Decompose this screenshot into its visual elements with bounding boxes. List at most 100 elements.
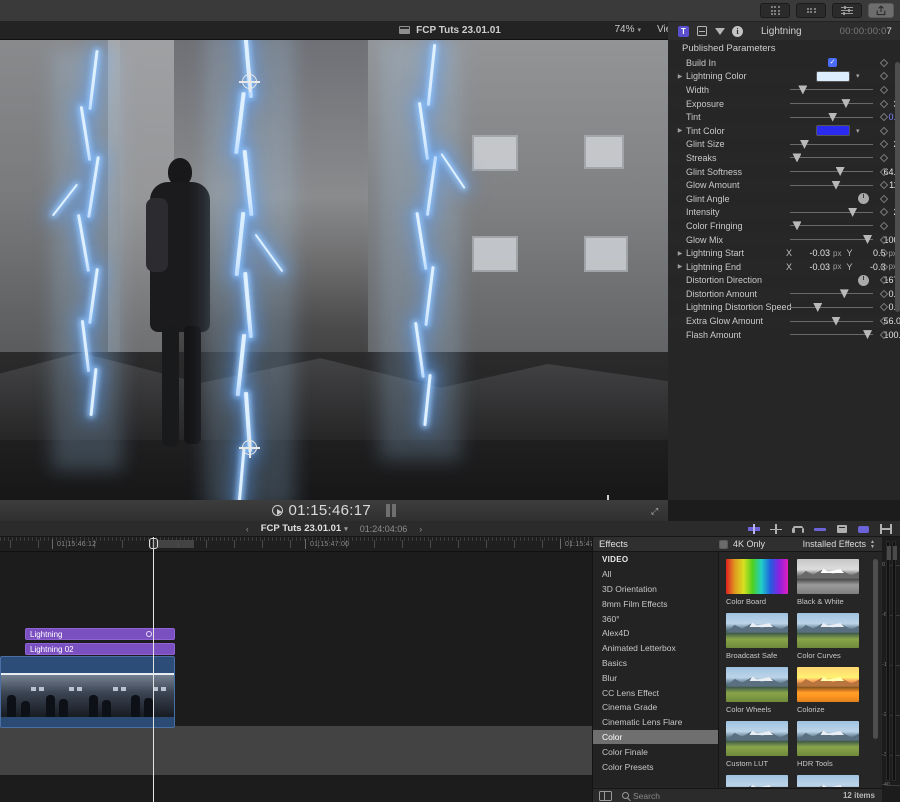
timeline-back-button[interactable]: ‹ <box>246 524 249 534</box>
effects-category-item[interactable]: Color Finale <box>593 744 718 759</box>
expand-viewer-icon[interactable]: ⤢ <box>651 506 660 515</box>
parameter-slider[interactable] <box>790 165 873 179</box>
parameter-row[interactable]: Lightning Distortion Speed0.46 <box>668 301 900 315</box>
effects-category-item[interactable]: Animated Letterbox <box>593 641 718 656</box>
headphone-icon[interactable] <box>792 524 804 534</box>
effects-category-item[interactable]: Alex4D <box>593 626 718 641</box>
playhead-handle[interactable] <box>149 538 158 549</box>
slider-thumb[interactable] <box>813 303 822 312</box>
effects-category-item[interactable]: Cinema Grade <box>593 700 718 715</box>
x-value[interactable]: -0.03 <box>798 262 830 272</box>
pause-icon[interactable] <box>386 504 396 517</box>
effect-item[interactable]: Black & White <box>797 559 859 606</box>
index-panel-icon[interactable] <box>836 524 848 534</box>
installed-effects-menu[interactable]: Installed Effects ▲▼ <box>803 539 875 549</box>
parameter-checkbox[interactable]: ✓ <box>828 58 837 67</box>
x-value[interactable]: -0.03 <box>798 248 830 258</box>
text-inspector-tab[interactable]: T <box>678 26 689 37</box>
4k-only-toggle[interactable]: 4K Only <box>719 539 765 549</box>
keyframe-button[interactable] <box>880 59 888 67</box>
clip-appearance-icon[interactable] <box>748 524 760 534</box>
trim-tool-icon[interactable] <box>880 524 892 534</box>
audio-waveform-icon[interactable] <box>770 524 782 534</box>
effects-category-item[interactable]: Cinematic Lens Flare <box>593 715 718 730</box>
timeline-playhead[interactable] <box>153 552 154 802</box>
slider-thumb[interactable] <box>848 208 857 217</box>
parameter-row[interactable]: Intensity2.7 <box>668 206 900 220</box>
parameter-row[interactable]: Flash Amount100.0 <box>668 328 900 342</box>
timeline-toggle-button[interactable] <box>796 3 826 18</box>
parameter-row[interactable]: Distortion Amount0.59 <box>668 287 900 301</box>
parameter-slider[interactable] <box>790 314 873 328</box>
zoom-level-menu[interactable]: 74%▾ <box>614 24 641 35</box>
slider-thumb[interactable] <box>792 153 801 162</box>
timeline-video-clip[interactable] <box>0 656 175 728</box>
parameter-row[interactable]: Streaks1 <box>668 151 900 165</box>
effects-category-item[interactable]: 8mm Film Effects <box>593 596 718 611</box>
parameter-row[interactable]: Exposure3.0 <box>668 97 900 111</box>
play-icon[interactable] <box>272 505 283 516</box>
fade-handles-icon[interactable] <box>814 524 826 534</box>
video-inspector-tab[interactable] <box>696 26 707 37</box>
effects-category-item[interactable]: CC Lens Effect <box>593 685 718 700</box>
effects-category-item[interactable]: 360° <box>593 611 718 626</box>
parameter-slider[interactable] <box>790 110 873 124</box>
parameter-row[interactable]: ▶Lightning StartX-0.03pxY0.5px <box>668 246 900 260</box>
disclosure-triangle-icon[interactable]: ▶ <box>676 263 684 270</box>
effect-item[interactable] <box>797 775 859 787</box>
parameter-row[interactable]: Extra Glow Amount56.09% <box>668 314 900 328</box>
timeline-canvas[interactable]: Lightning Lightning 02 <box>0 552 592 802</box>
onscreen-control-top[interactable] <box>242 74 257 89</box>
keyframe-button[interactable] <box>880 127 888 135</box>
effects-category-item[interactable]: All <box>593 567 718 582</box>
slider-thumb[interactable] <box>800 140 809 149</box>
parameter-slider[interactable] <box>790 219 873 233</box>
disclosure-triangle-icon[interactable]: ▶ <box>676 127 684 134</box>
effects-category-item[interactable]: Color Presets <box>593 759 718 774</box>
disclosure-triangle-icon[interactable]: ▶ <box>676 250 684 257</box>
parameter-slider[interactable] <box>790 97 873 111</box>
parameter-slider[interactable] <box>790 178 873 192</box>
effects-thumbnail-grid[interactable]: Color BoardBlack & WhiteBroadcast SafeCo… <box>719 552 879 787</box>
effect-item[interactable]: Color Board <box>726 559 788 606</box>
effects-category-sidebar[interactable]: VIDEO All3D Orientation8mm Film Effects3… <box>593 552 719 787</box>
effect-item[interactable]: Colorize <box>797 667 859 714</box>
chevron-down-icon[interactable]: ▾ <box>856 72 860 80</box>
parameter-slider[interactable] <box>790 206 873 220</box>
effect-item[interactable] <box>726 775 788 787</box>
audio-meters[interactable]: 0-6-12-20-30-40 <box>882 537 900 802</box>
effects-category-item[interactable]: 3D Orientation <box>593 582 718 597</box>
parameter-row[interactable]: Glint Softness64.99% <box>668 165 900 179</box>
parameter-row[interactable]: ▶Lightning EndX-0.03pxY-0.3px <box>668 260 900 274</box>
inspector-scrollbar[interactable] <box>895 62 900 312</box>
effects-category-item[interactable]: Color <box>593 730 718 745</box>
slider-thumb[interactable] <box>798 85 807 94</box>
parameter-row[interactable]: Glint Size2.0 <box>668 138 900 152</box>
chevron-down-icon[interactable]: ▾ <box>856 127 860 135</box>
effect-item[interactable]: HDR Tools <box>797 721 859 768</box>
disclosure-triangle-icon[interactable]: ▶ <box>676 73 684 80</box>
parameter-row[interactable]: Build In✓ <box>668 56 900 70</box>
parameter-color-swatch[interactable] <box>816 125 850 136</box>
slider-thumb[interactable] <box>840 289 849 298</box>
parameter-slider[interactable] <box>790 138 873 152</box>
timeline-forward-button[interactable]: › <box>419 524 422 534</box>
onscreen-control-bottom[interactable] <box>242 440 257 455</box>
toggle-sidebar-icon[interactable] <box>599 791 612 801</box>
inspector-toggle-button[interactable] <box>832 3 862 18</box>
share-button[interactable] <box>868 3 894 18</box>
parameter-slider[interactable] <box>790 233 873 247</box>
keyframe-icon[interactable] <box>146 631 152 637</box>
effect-item[interactable]: Color Wheels <box>726 667 788 714</box>
parameter-slider[interactable] <box>790 83 873 97</box>
effects-search-field[interactable]: Search <box>622 791 660 801</box>
parameter-slider[interactable] <box>790 301 873 315</box>
effect-item[interactable]: Color Curves <box>797 613 859 660</box>
slider-thumb[interactable] <box>836 167 845 176</box>
parameter-row[interactable]: Distortion Direction167.0° <box>668 274 900 288</box>
effects-category-item[interactable]: Blur <box>593 670 718 685</box>
viewer[interactable] <box>0 40 668 500</box>
timeline-project-name[interactable]: FCP Tuts 23.01.01▾ <box>261 523 348 534</box>
parameter-slider[interactable] <box>790 287 873 301</box>
slider-thumb[interactable] <box>832 181 841 190</box>
